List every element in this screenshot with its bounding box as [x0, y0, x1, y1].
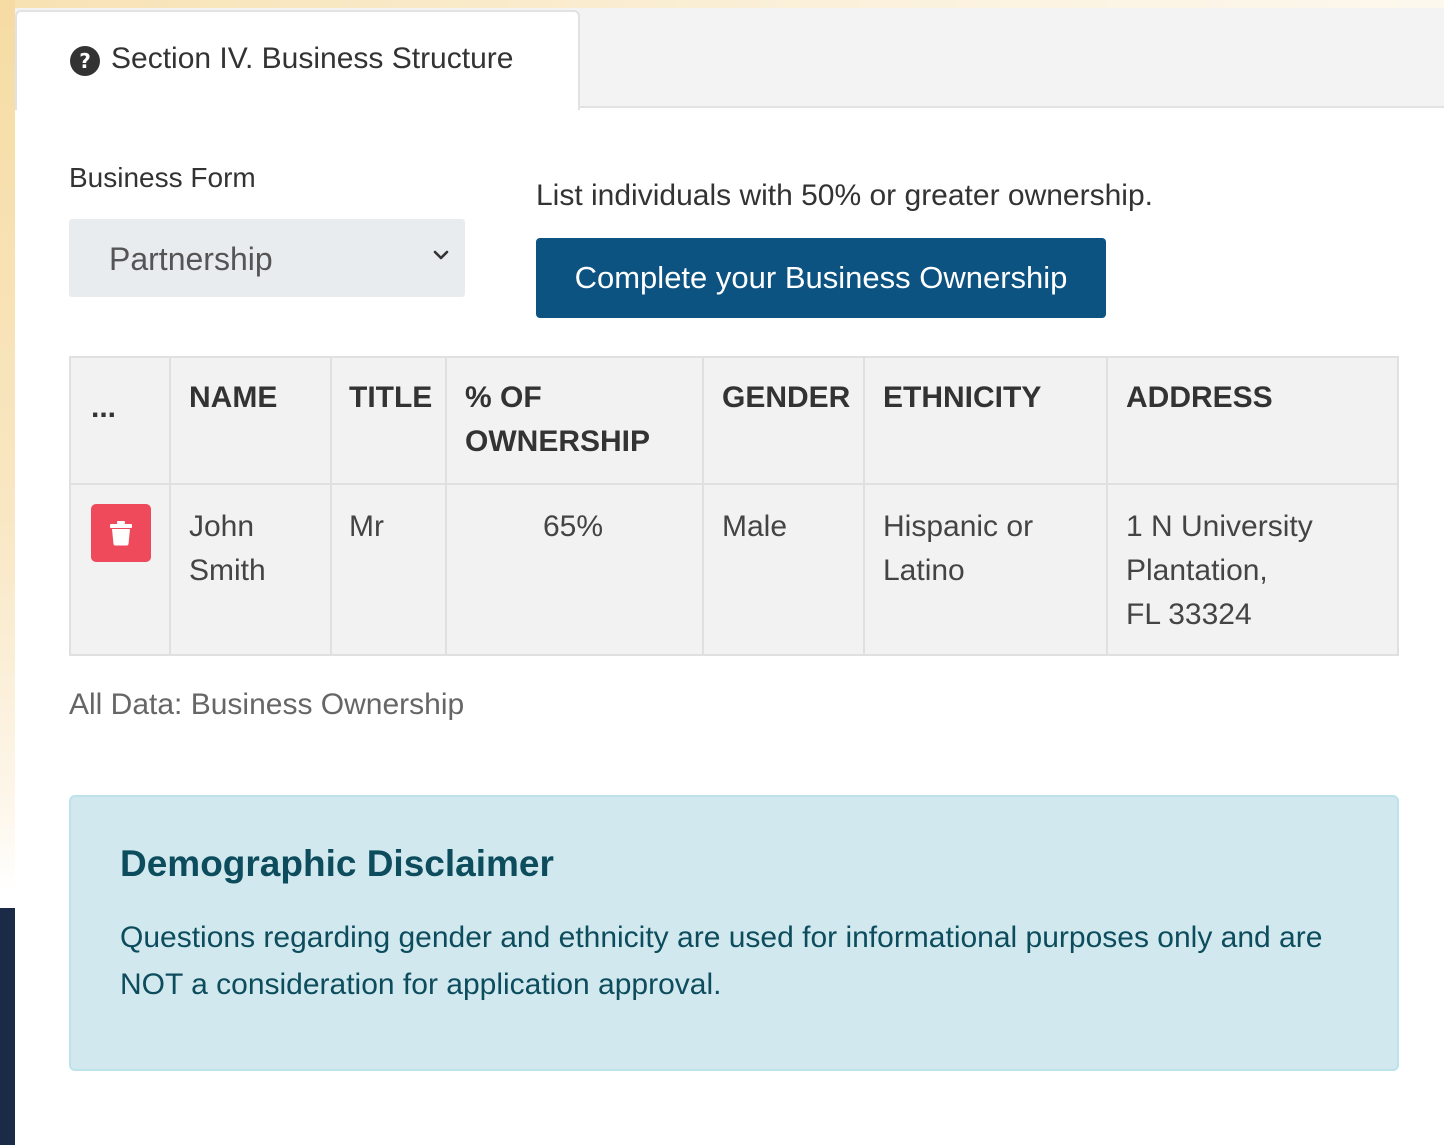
- header-name[interactable]: NAME: [189, 376, 277, 420]
- question-circle-icon: ?: [70, 46, 100, 76]
- header-address[interactable]: ADDRESS: [1126, 376, 1273, 420]
- header-ethnicity[interactable]: ETHNICITY: [883, 376, 1041, 420]
- ownership-hint: List individuals with 50% or greater own…: [536, 179, 1153, 212]
- business-form-value: Partnership: [109, 241, 273, 277]
- disclaimer-title: Demographic Disclaimer: [120, 843, 554, 884]
- tab-business-structure[interactable]: ? Section IV. Business Structure: [15, 10, 580, 110]
- top-decorative-strip: [15, 0, 1444, 8]
- header-divider: [71, 483, 1397, 485]
- tab-label: Section IV. Business Structure: [111, 42, 514, 75]
- complete-ownership-button[interactable]: Complete your Business Ownership: [536, 238, 1106, 318]
- disclaimer-body: Questions regarding gender and ethnicity…: [120, 921, 1323, 1001]
- cell-title: Mr: [349, 510, 384, 543]
- header-title[interactable]: TITLE: [349, 376, 432, 420]
- cell-ethnicity-line2: Latino: [883, 554, 965, 587]
- left-dark-strip: [0, 908, 15, 1145]
- cell-ethnicity-line1: Hispanic or: [883, 510, 1034, 543]
- cell-name-first: John: [189, 510, 255, 543]
- trash-icon: [110, 521, 132, 546]
- business-form-label: Business Form: [69, 162, 256, 193]
- ownership-table: ... NAME TITLE % OF OWNERSHIP GENDER ETH…: [69, 356, 1399, 656]
- table-footnote: All Data: Business Ownership: [69, 688, 465, 721]
- cell-address-line3: FL 33324: [1126, 598, 1252, 631]
- header-ownership-line2: OWNERSHIP: [465, 425, 651, 458]
- header-gender[interactable]: GENDER: [722, 376, 850, 420]
- cell-ownership: 65%: [543, 510, 604, 543]
- header-ownership[interactable]: % OF: [465, 376, 542, 420]
- cell-gender: Male: [722, 510, 788, 543]
- header-actions: ...: [91, 391, 117, 424]
- cell-name-last: Smith: [189, 554, 266, 587]
- demographic-disclaimer-alert: Demographic Disclaimer Questions regardi…: [69, 795, 1399, 1071]
- chevron-down-icon: [433, 250, 449, 260]
- cell-address-line1: 1 N University: [1126, 510, 1313, 543]
- cell-address-line2: Plantation,: [1126, 554, 1268, 587]
- section-panel: ? Section IV. Business Structure Busines…: [15, 8, 1444, 1145]
- delete-row-button[interactable]: [91, 504, 151, 562]
- business-form-select[interactable]: Partnership: [69, 219, 465, 297]
